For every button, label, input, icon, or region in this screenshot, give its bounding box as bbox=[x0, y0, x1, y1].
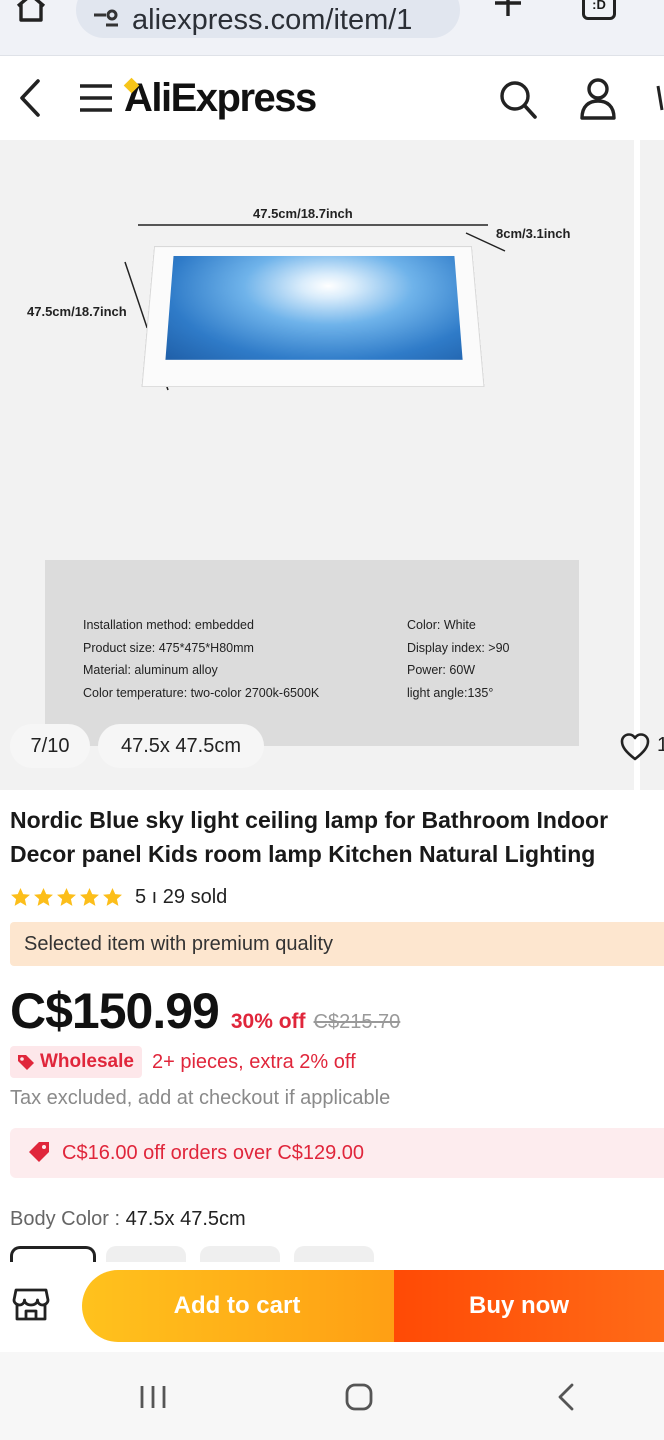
dimension-depth-label: 8cm/3.1inch bbox=[496, 226, 571, 241]
tab-switcher-label: :D bbox=[592, 0, 606, 12]
tag-icon bbox=[18, 1055, 34, 1070]
dimension-left-label: 47.5cm/18.7inch bbox=[27, 304, 127, 319]
variant-chip[interactable]: 47.5x 47.5cm bbox=[98, 724, 264, 768]
premium-quality-text: Selected item with premium quality bbox=[24, 932, 334, 955]
color-label-value: 47.5x 47.5cm bbox=[125, 1208, 246, 1230]
star-icon bbox=[57, 888, 76, 906]
buy-now-button[interactable]: Buy now bbox=[394, 1270, 664, 1342]
back-arrow-icon[interactable] bbox=[14, 77, 48, 119]
store-icon[interactable] bbox=[12, 1286, 50, 1322]
star-icon bbox=[103, 888, 122, 906]
url-text: aliexpress.com/item/1 bbox=[132, 3, 413, 36]
home-icon[interactable] bbox=[14, 0, 48, 22]
coupon-banner[interactable]: C$16.00 off orders over C$129.00 bbox=[10, 1128, 664, 1178]
wholesale-badge: Wholesale bbox=[10, 1046, 142, 1078]
color-label-key: Body Color : bbox=[10, 1208, 126, 1230]
spec-item: Display index: >90 bbox=[407, 640, 510, 655]
wholesale-offer: 2+ pieces, extra 2% off bbox=[151, 1050, 356, 1073]
bottom-action-bar: Add to cart Buy now bbox=[0, 1262, 664, 1352]
original-price: C$215.70 bbox=[313, 1011, 401, 1033]
image-counter-text: 7/10 bbox=[30, 734, 70, 757]
add-to-cart-label: Add to cart bbox=[173, 1292, 301, 1319]
spec-item: Color temperature: two-color 2700k-6500K bbox=[83, 685, 320, 700]
coupon-tag-icon bbox=[29, 1142, 49, 1162]
spec-list-right: Color: White Display index: >90 Power: 6… bbox=[407, 614, 510, 704]
rating-text: 5 ı 29 sold bbox=[135, 886, 228, 908]
star-icon bbox=[34, 888, 53, 906]
premium-quality-banner: Selected item with premium quality bbox=[10, 922, 664, 966]
url-bar[interactable]: aliexpress.com/item/1 bbox=[76, 0, 460, 38]
search-icon[interactable] bbox=[498, 78, 538, 120]
spec-item: Color: White bbox=[407, 618, 476, 632]
tax-note: Tax excluded, add at checkout if applica… bbox=[10, 1087, 391, 1109]
product-gallery[interactable]: 47.5cm/18.7inch 8cm/3.1inch 47.5cm/18.7i… bbox=[0, 140, 664, 790]
browser-toolbar: aliexpress.com/item/1 :D bbox=[0, 0, 664, 56]
tab-switcher-button[interactable]: :D bbox=[582, 0, 616, 20]
product-title: Nordic Blue sky light ceiling lamp for B… bbox=[10, 807, 609, 867]
wholesale-row[interactable]: Wholesale 2+ pieces, extra 2% off bbox=[10, 1046, 356, 1078]
aliexpress-logo[interactable]: AliExpress bbox=[123, 76, 317, 121]
logo-text: AliExpress bbox=[124, 76, 317, 120]
variant-chip-text: 47.5x 47.5cm bbox=[120, 734, 242, 757]
spec-item: Installation method: embedded bbox=[83, 618, 254, 632]
dimension-top-label: 47.5cm/18.7inch bbox=[253, 206, 353, 221]
current-price: C$150.99 bbox=[10, 983, 220, 1039]
more-icon[interactable] bbox=[652, 82, 664, 114]
add-to-cart-button[interactable]: Add to cart bbox=[82, 1270, 412, 1342]
price-row: C$150.99 30% off C$215.70 bbox=[10, 982, 400, 1040]
spec-item: Product size: 475*475*H80mm bbox=[83, 640, 254, 655]
buy-now-label: Buy now bbox=[469, 1292, 569, 1319]
lamp-image bbox=[141, 246, 485, 388]
system-nav-bar bbox=[0, 1352, 664, 1440]
rating-row[interactable]: 5 ı 29 sold bbox=[10, 886, 227, 909]
image-counter: 7/10 bbox=[10, 724, 90, 768]
sky-panel bbox=[165, 255, 463, 360]
system-back-icon[interactable] bbox=[556, 1382, 576, 1412]
heart-icon[interactable] bbox=[620, 732, 650, 762]
star-icon bbox=[11, 888, 30, 906]
spec-sheet: Installation method: embedded Product si… bbox=[45, 560, 579, 746]
spec-list-left: Installation method: embedded Product si… bbox=[83, 614, 319, 704]
new-tab-icon[interactable] bbox=[493, 0, 523, 18]
app-header: AliExpress bbox=[0, 56, 664, 140]
color-selector-label: Body Color : 47.5x 47.5cm bbox=[10, 1208, 246, 1231]
home-button-icon[interactable] bbox=[344, 1382, 374, 1412]
spec-item: Material: aluminum alloy bbox=[83, 663, 218, 677]
spec-item: Power: 60W bbox=[407, 663, 476, 677]
discount-percent: 30% off bbox=[230, 1010, 306, 1033]
coupon-text: C$16.00 off orders over C$129.00 bbox=[62, 1141, 365, 1164]
site-settings-icon[interactable] bbox=[92, 9, 120, 31]
star-icon bbox=[80, 888, 99, 906]
recent-apps-icon[interactable] bbox=[138, 1384, 168, 1410]
wholesale-badge-label: Wholesale bbox=[40, 1051, 134, 1072]
spec-item: light angle:135° bbox=[407, 685, 494, 700]
wishlist-count: 1 bbox=[657, 734, 664, 756]
account-icon[interactable] bbox=[578, 76, 618, 120]
menu-icon[interactable] bbox=[78, 82, 114, 114]
